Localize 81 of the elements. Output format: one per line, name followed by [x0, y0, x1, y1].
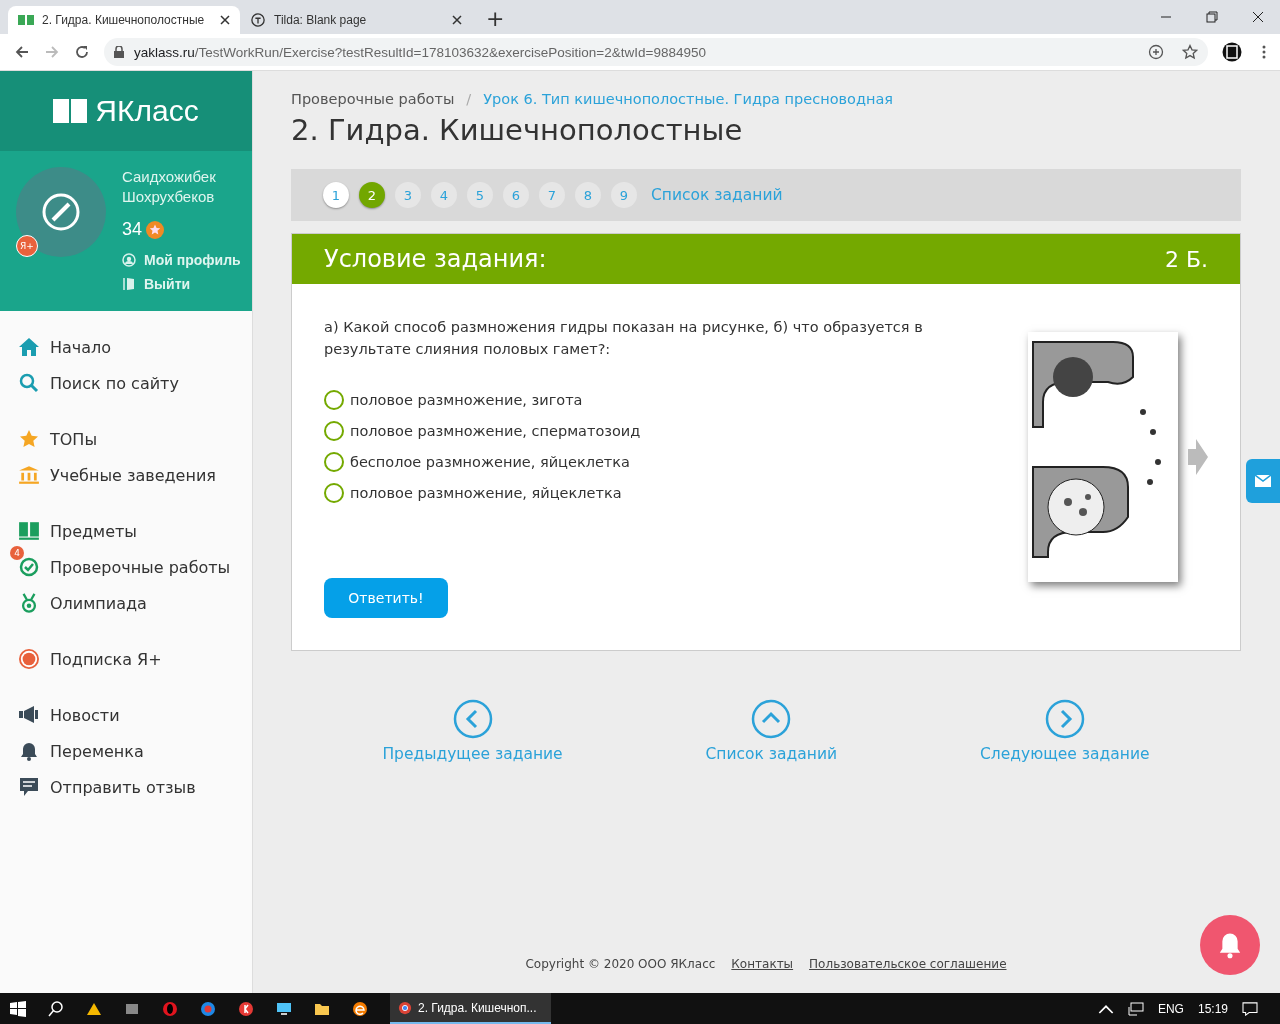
back-icon[interactable] [14, 44, 30, 60]
search-icon[interactable] [48, 1000, 64, 1017]
page-title: 2. Гидра. Кишечнополостные [291, 113, 744, 147]
subscription-badge: Я+ [16, 235, 38, 257]
breadcrumb-link[interactable]: Проверочные работы [291, 91, 455, 107]
menu-item[interactable]: Учебные заведения [50, 465, 216, 485]
tilda-icon [250, 13, 266, 27]
add-icon[interactable] [1148, 44, 1164, 60]
language-indicator[interactable]: ENG [1157, 1001, 1184, 1016]
door-icon [122, 277, 136, 291]
radio-button[interactable] [324, 390, 344, 410]
footer-link[interactable]: Контакты [731, 957, 794, 971]
home-icon [18, 337, 40, 357]
close-icon[interactable] [1252, 11, 1264, 23]
taskbar-window[interactable]: 2. Гидра. Кишечноп... [390, 993, 551, 1024]
menu-item[interactable]: Предметы [50, 521, 137, 541]
breadcrumb-separator: / [466, 91, 472, 107]
option-label[interactable]: половое размножение, сперматозоид [350, 423, 641, 439]
task-heading: Условие задания: [324, 245, 547, 273]
edge-icon[interactable] [352, 1000, 368, 1017]
prohibited-icon [41, 192, 81, 232]
user-icon [122, 253, 136, 267]
address-field[interactable]: yaklass.ru/TestWorkRun/Exercise?testResultId=178103632&exercisePosition=2&twId=9884950 [104, 38, 1208, 66]
building-icon [18, 465, 40, 485]
footer-link[interactable]: Пользовательское соглашение [809, 957, 1007, 971]
windows-icon[interactable] [10, 1000, 26, 1017]
menu-item[interactable]: Отправить отзыв [50, 777, 196, 797]
mail-tab[interactable] [1246, 459, 1280, 503]
option-label[interactable]: половое размножение, зигота [350, 392, 583, 408]
count-badge: 4 [10, 546, 24, 560]
option-label[interactable]: бесполое размножение, яйцеклетка [350, 454, 630, 470]
task-points: 2 Б. [1164, 246, 1208, 272]
book-icon [18, 521, 40, 541]
close-icon[interactable] [452, 15, 462, 25]
points-count: 34 [122, 219, 143, 240]
reload-icon[interactable] [74, 44, 90, 60]
mail-icon [1255, 475, 1271, 487]
radio-button[interactable] [324, 421, 344, 441]
copyright-text: Copyright © 2020 ООО ЯКласс [525, 957, 716, 971]
yandex-icon[interactable] [238, 1000, 254, 1017]
menu-item[interactable]: Переменка [50, 741, 144, 761]
close-icon[interactable] [220, 15, 230, 25]
bell-icon [1217, 931, 1243, 959]
notifications-button[interactable] [1200, 915, 1260, 975]
subscription-icon [18, 649, 40, 669]
bell-icon [18, 741, 40, 761]
arrow-icon [1188, 439, 1208, 475]
radio-button[interactable] [324, 452, 344, 472]
menu-item[interactable]: Поиск по сайту [50, 373, 179, 393]
new-tab-button[interactable]: + [486, 6, 505, 32]
book-icon [18, 13, 34, 27]
menu-item[interactable]: Подписка Я+ [50, 649, 162, 669]
search-icon [18, 373, 40, 393]
clock[interactable]: 15:19 [1197, 1001, 1228, 1016]
browser-tab[interactable]: Tilda: Blank page [240, 6, 472, 34]
logo-text[interactable]: ЯКласс [95, 94, 199, 128]
menu-item[interactable]: Новости [50, 705, 120, 725]
menu-item[interactable]: ТОПы [50, 429, 98, 449]
menu-item[interactable]: Олимпиада [50, 593, 147, 613]
star-icon[interactable] [1182, 44, 1198, 60]
opera-icon[interactable] [162, 1000, 178, 1017]
extension-icon[interactable] [1222, 42, 1242, 62]
browser-icon[interactable] [200, 1000, 216, 1017]
menu-item[interactable]: Проверочные работы [50, 557, 231, 577]
browser-tab[interactable]: 2. Гидра. Кишечнополостные [8, 6, 240, 34]
book-icon [53, 99, 88, 123]
notification-icon[interactable] [1242, 1001, 1258, 1016]
lock-icon [114, 46, 124, 58]
user-name: Саидхожибек Шохрухбеков [122, 167, 217, 207]
network-icon[interactable] [1127, 1001, 1144, 1016]
restore-icon[interactable] [1206, 11, 1218, 23]
check-circle-icon [18, 557, 40, 577]
comment-icon [18, 777, 40, 797]
chrome-icon [398, 1000, 412, 1015]
option-label[interactable]: половое размножение, яйцеклетка [350, 485, 622, 501]
megaphone-icon [18, 705, 40, 725]
question-text: а) Какой способ размножения гидры показан на рисунке, б) что образуется в результате слияния половых гамет?: [324, 318, 924, 359]
monitor-icon[interactable] [276, 1000, 292, 1017]
star-icon [18, 429, 40, 449]
radio-button[interactable] [324, 483, 344, 503]
menu-item[interactable]: Начало [50, 337, 112, 357]
